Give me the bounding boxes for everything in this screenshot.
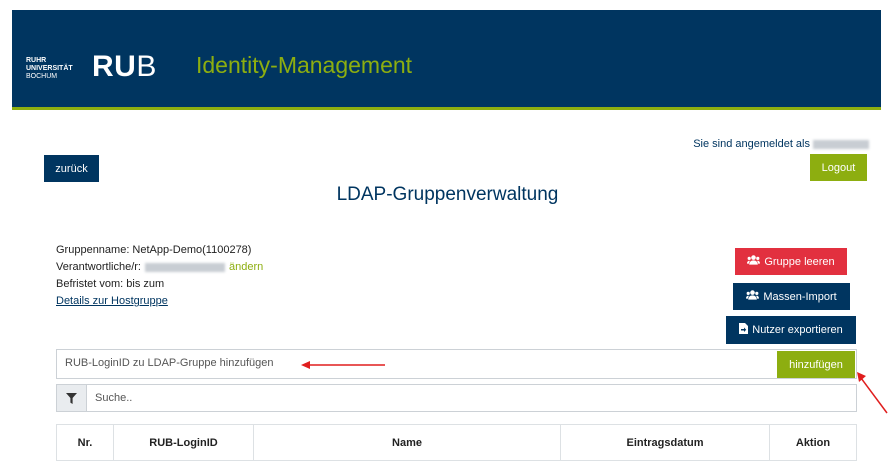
group-name: Gruppenname: NetApp-Demo(1100278) xyxy=(56,244,252,256)
change-responsible-link[interactable]: ändern xyxy=(229,261,263,273)
group-expiry: Befristet vom: bis zum xyxy=(56,278,165,290)
login-status: Sie sind angemeldet als xyxy=(693,138,869,150)
clear-group-label: Gruppe leeren xyxy=(764,255,835,268)
filter-icon[interactable] xyxy=(57,385,87,411)
redacted-username xyxy=(813,139,869,149)
column-header-nr[interactable]: Nr. xyxy=(57,425,114,460)
file-export-icon xyxy=(739,323,749,337)
group-responsible: Verantwortliche/r: ändern xyxy=(56,259,263,276)
back-button[interactable]: zurück xyxy=(44,155,99,182)
export-users-button[interactable]: Nutzer exportieren xyxy=(726,316,856,344)
mass-import-button[interactable]: Massen-Import xyxy=(733,283,850,310)
logo-b: B xyxy=(136,50,157,83)
add-member-field[interactable]: RUB-LoginID zu LDAP-Gruppe hinzufügen xyxy=(56,349,857,379)
university-wordmark: RUHR UNIVERSITÄT BOCHUM xyxy=(26,57,73,81)
column-header-name[interactable]: Name xyxy=(254,425,561,460)
annotation-arrow-left xyxy=(301,361,385,369)
users-icon xyxy=(747,255,761,268)
column-header-loginid[interactable]: RUB-LoginID xyxy=(114,425,254,460)
redacted-responsible xyxy=(144,262,225,272)
app-header: RUHR UNIVERSITÄT BOCHUM RUB Identity-Man… xyxy=(12,10,881,110)
annotation-arrow-up xyxy=(857,372,888,414)
logo-line-2: UNIVERSITÄT xyxy=(26,65,73,72)
users-icon xyxy=(746,290,760,303)
export-users-label: Nutzer exportieren xyxy=(752,324,843,336)
logout-button[interactable]: Logout xyxy=(810,154,867,181)
host-group-details-link[interactable]: Details zur Hostgruppe xyxy=(56,295,168,307)
page-title: LDAP-Gruppenverwaltung xyxy=(336,184,559,205)
members-table-header: Nr. RUB-LoginID Name Eintragsdatum Aktio… xyxy=(56,424,857,461)
responsible-label: Verantwortliche/r: xyxy=(56,261,141,273)
clear-group-button[interactable]: Gruppe leeren xyxy=(735,248,847,275)
column-header-date[interactable]: Eintragsdatum xyxy=(561,425,770,460)
search-bar[interactable]: Suche.. xyxy=(56,384,857,412)
group-info: Gruppenname: NetApp-Demo(1100278) Verant… xyxy=(56,242,263,310)
search-input[interactable]: Suche.. xyxy=(95,392,132,404)
app-title: Identity-Management xyxy=(196,52,413,78)
logo-line-3: BOCHUM xyxy=(26,73,58,80)
mass-import-label: Massen-Import xyxy=(763,290,837,303)
login-status-label: Sie sind angemeldet als xyxy=(693,138,810,150)
add-member-button[interactable]: hinzufügen xyxy=(777,351,855,378)
logo-line-1: RUHR xyxy=(26,57,47,64)
rub-logo: RUB xyxy=(92,50,157,84)
add-member-input[interactable]: RUB-LoginID zu LDAP-Gruppe hinzufügen xyxy=(65,357,274,369)
logo-ru: RU xyxy=(92,50,137,83)
column-header-action: Aktion xyxy=(795,436,831,449)
